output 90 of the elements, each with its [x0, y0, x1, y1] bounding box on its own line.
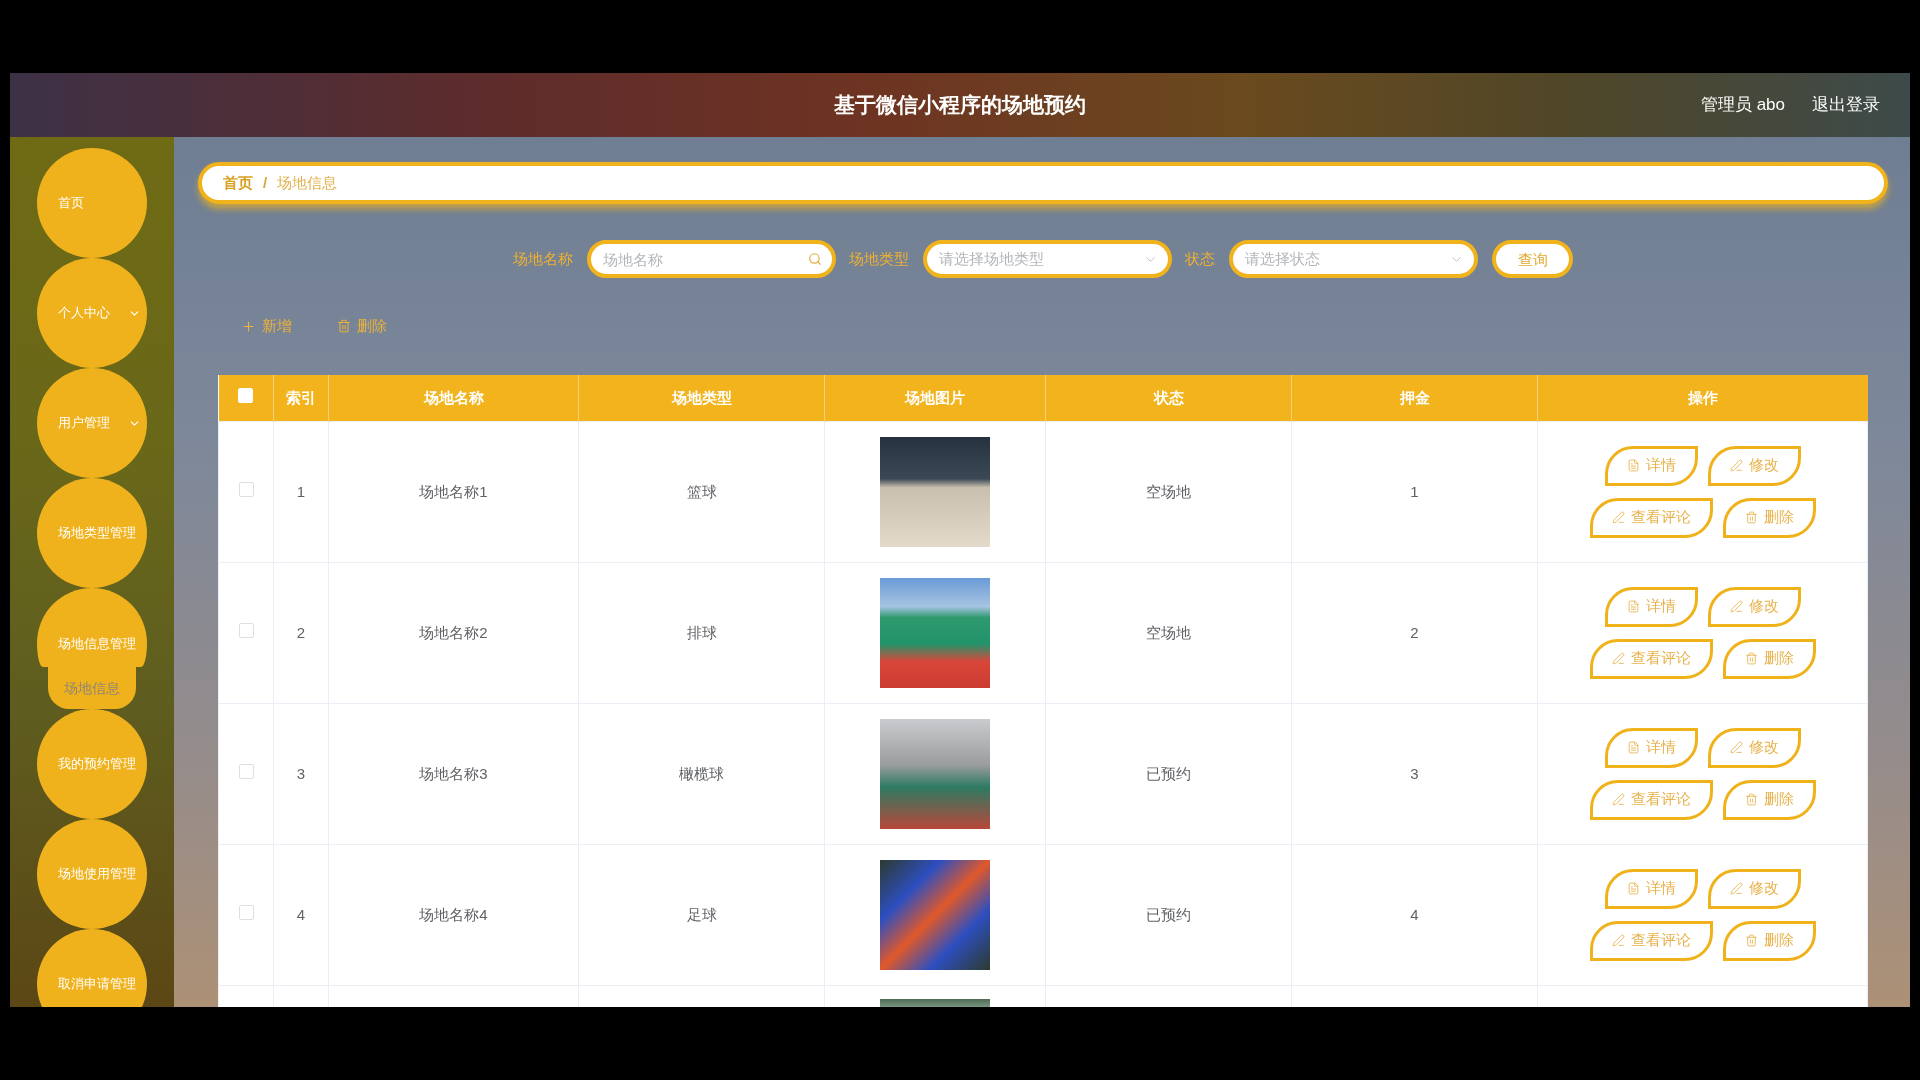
select-field[interactable]: 请选择状态: [1229, 240, 1478, 278]
field-label: 状态: [1185, 248, 1215, 269]
pencil-icon: [1611, 511, 1625, 524]
table-cell: 场地名称4: [419, 905, 488, 923]
table-cell: 足球: [686, 905, 717, 923]
table-cell: 场地名称1: [419, 482, 488, 500]
pencil-icon: [1729, 459, 1743, 472]
delete-button[interactable]: 删除: [1722, 920, 1816, 961]
table-cell: 2: [296, 623, 306, 641]
pencil-icon: [1729, 882, 1743, 895]
delete-button[interactable]: 删除: [1722, 638, 1816, 679]
view-comments-button[interactable]: 查看评论: [1589, 920, 1713, 961]
table-cell: 4: [296, 905, 306, 923]
trash-icon: [1744, 511, 1758, 524]
table-cell: 空场地: [1146, 482, 1191, 500]
table-cell: 2: [1410, 623, 1419, 641]
plus-icon: [241, 318, 256, 334]
table-cell: 1: [296, 482, 306, 500]
logout-link[interactable]: 退出登录: [1812, 92, 1880, 118]
sidebar-menu-item[interactable]: 取消申请管理: [37, 929, 147, 1007]
view-comments-button[interactable]: 查看评论: [1589, 497, 1713, 538]
trash-icon: [1744, 934, 1758, 947]
table-cell: 场地名称3: [419, 764, 488, 782]
table-cell: 1: [1410, 482, 1419, 500]
edit-button[interactable]: 修改: [1707, 445, 1801, 486]
sidebar-menu-item[interactable]: 我的预约管理: [37, 709, 147, 819]
view-comments-button[interactable]: 查看评论: [1589, 779, 1713, 820]
query-button[interactable]: 查询: [1492, 240, 1573, 278]
edit-button[interactable]: 修改: [1707, 727, 1801, 768]
sidebar-menu-item[interactable]: 个人中心: [37, 258, 147, 368]
checkbox[interactable]: [238, 904, 254, 920]
checkbox[interactable]: [238, 763, 254, 779]
column-header: 操作: [1537, 375, 1868, 421]
delete-button[interactable]: 删除: [1722, 779, 1816, 820]
document-icon: [1626, 741, 1640, 754]
breadcrumb-separator: /: [263, 172, 268, 193]
table-cell: 4: [1410, 905, 1419, 923]
delete-button[interactable]: 删除: [1722, 497, 1816, 538]
sidebar-menu-item[interactable]: 用户管理: [37, 368, 147, 478]
table-cell: 场地名称2: [419, 623, 488, 641]
table-cell: 篮球: [686, 482, 717, 500]
submenu-item[interactable]: 场地信息: [64, 667, 120, 709]
trash-icon: [337, 319, 351, 333]
sidebar-menu-item[interactable]: 场地类型管理: [37, 478, 147, 588]
field-label: 场地名称: [513, 248, 573, 269]
table-cell: 3: [1410, 764, 1419, 782]
view-comments-button[interactable]: 查看评论: [1589, 638, 1713, 679]
document-icon: [1626, 600, 1640, 613]
pencil-icon: [1729, 741, 1743, 754]
edit-button[interactable]: 修改: [1707, 868, 1801, 909]
search-icon: [808, 252, 822, 266]
details-button[interactable]: 详情: [1604, 445, 1698, 486]
column-header: 索引: [273, 375, 329, 421]
field-label: 场地类型: [849, 248, 909, 269]
table-cell: 已预约: [1146, 764, 1191, 782]
column-header: 押金: [1291, 375, 1538, 421]
checkbox[interactable]: [238, 622, 254, 638]
table-cell: 排球: [686, 623, 717, 641]
sidebar-menu-item[interactable]: 首页: [37, 148, 147, 258]
checkbox[interactable]: [238, 481, 254, 497]
search-field[interactable]: 场地名称: [587, 240, 836, 278]
trash-icon: [1744, 652, 1758, 665]
table-cell: 橄榄球: [679, 764, 724, 782]
details-button[interactable]: 详情: [1604, 727, 1698, 768]
details-button[interactable]: 详情: [1604, 586, 1698, 627]
pencil-icon: [1611, 934, 1625, 947]
delete-button[interactable]: 删除: [337, 314, 387, 338]
breadcrumb-link[interactable]: 首页: [223, 171, 253, 195]
column-header: 场地类型: [578, 375, 825, 421]
pencil-icon: [1729, 600, 1743, 613]
user-name: 管理员 abo: [1700, 94, 1785, 117]
app-title: 基于微信小程序的场地预约: [834, 92, 1086, 119]
document-icon: [1626, 882, 1640, 895]
document-icon: [1626, 459, 1640, 472]
breadcrumb-current: 场地信息: [277, 172, 338, 193]
details-button[interactable]: 详情: [1604, 868, 1698, 909]
select-field[interactable]: 请选择场地类型: [923, 240, 1172, 278]
edit-button[interactable]: 修改: [1707, 586, 1801, 627]
column-header: 状态: [1045, 375, 1292, 421]
table-cell: 3: [296, 764, 306, 782]
column-header: 场地名称: [328, 375, 579, 421]
sidebar-menu-item[interactable]: 场地使用管理: [37, 819, 147, 929]
pencil-icon: [1611, 793, 1625, 806]
add-button[interactable]: 新增: [241, 314, 292, 338]
table-cell: 已预约: [1146, 905, 1191, 923]
table-cell: 空场地: [1146, 623, 1191, 641]
pencil-icon: [1611, 652, 1625, 665]
sidebar-menu-item[interactable]: 场地信息管理: [37, 588, 147, 667]
column-header: 场地图片: [824, 375, 1046, 421]
trash-icon: [1744, 793, 1758, 806]
